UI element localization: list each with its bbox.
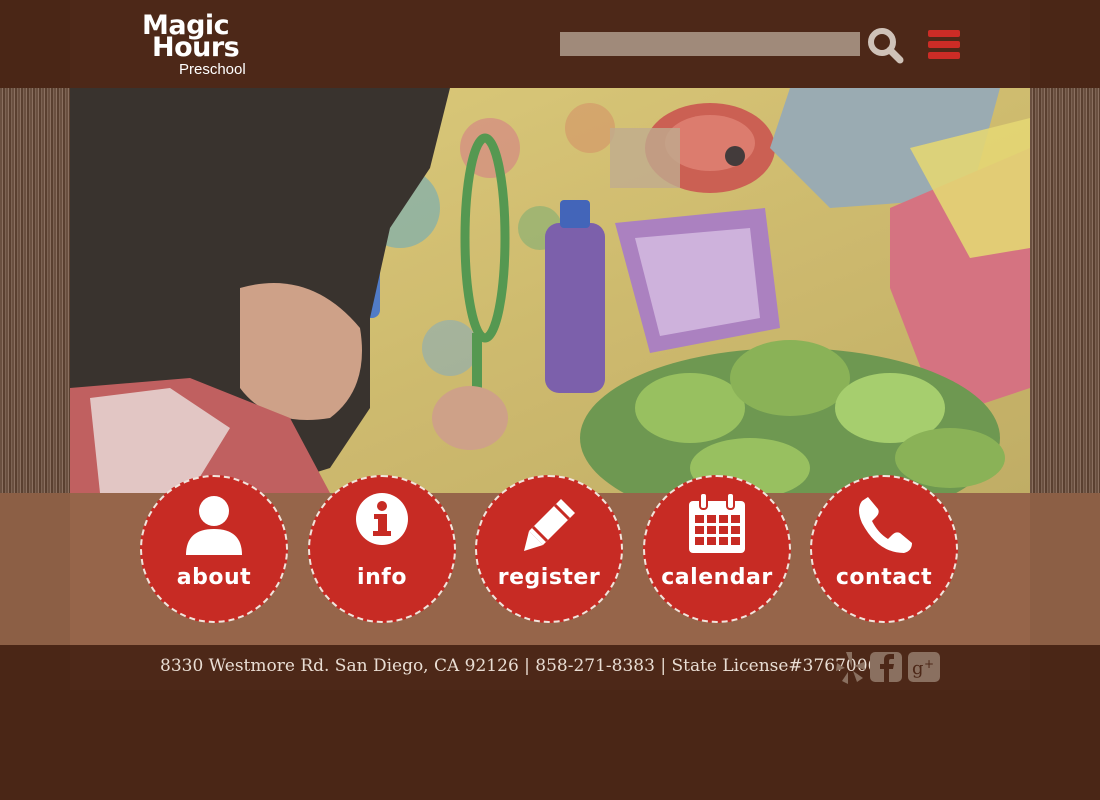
hamburger-icon [928,30,960,37]
nav-register-button[interactable]: register [475,475,623,623]
google-plus-link[interactable]: g + [908,650,940,684]
nav-about-button[interactable]: about [140,475,288,623]
left-texture-band [0,88,70,493]
facebook-link[interactable] [870,650,902,684]
google-plus-icon: g + [908,652,940,682]
calendar-icon [689,493,745,553]
nav-info-button[interactable]: info [308,475,456,623]
yelp-link[interactable] [834,650,866,684]
svg-text:g: g [912,658,924,679]
nav-register-label: register [497,565,601,590]
phone-icon [859,497,912,553]
logo-line-preschool: Preschool [179,61,246,78]
nav-calendar-label: calendar [661,565,773,590]
right-texture-band [1030,88,1100,493]
logo[interactable]: Magic Hours Preschool [142,10,252,80]
yelp-icon [836,652,865,684]
svg-text:+: + [924,657,934,671]
search-input[interactable] [560,32,860,56]
logo-line-hours: Hours [152,32,240,63]
info-icon [356,493,408,545]
search-button[interactable] [866,26,906,66]
menu-button[interactable] [928,30,960,60]
search-icon [868,28,904,64]
facebook-icon [870,652,902,682]
nav-info-label: info [357,565,407,590]
nav-contact-label: contact [835,565,933,590]
nav-band-inner: about info register calendar contact [70,475,1030,645]
site-footer: 8330 Westmore Rd. San Diego, CA 92126 | … [70,645,1030,690]
hero-image [70,88,1030,493]
nav-calendar-button[interactable]: calendar [643,475,791,623]
nav-band: about info register calendar contact [0,475,1100,645]
site-header: Magic Hours Preschool [70,0,1030,88]
nav-about-label: about [176,565,252,590]
user-icon [186,496,242,555]
nav-contact-button[interactable]: contact [810,475,958,623]
child-with-magnifying-glass-photo [70,88,1030,493]
footer-address: 8330 Westmore Rd. San Diego, CA 92126 | … [160,656,901,676]
pencil-icon [524,499,575,551]
